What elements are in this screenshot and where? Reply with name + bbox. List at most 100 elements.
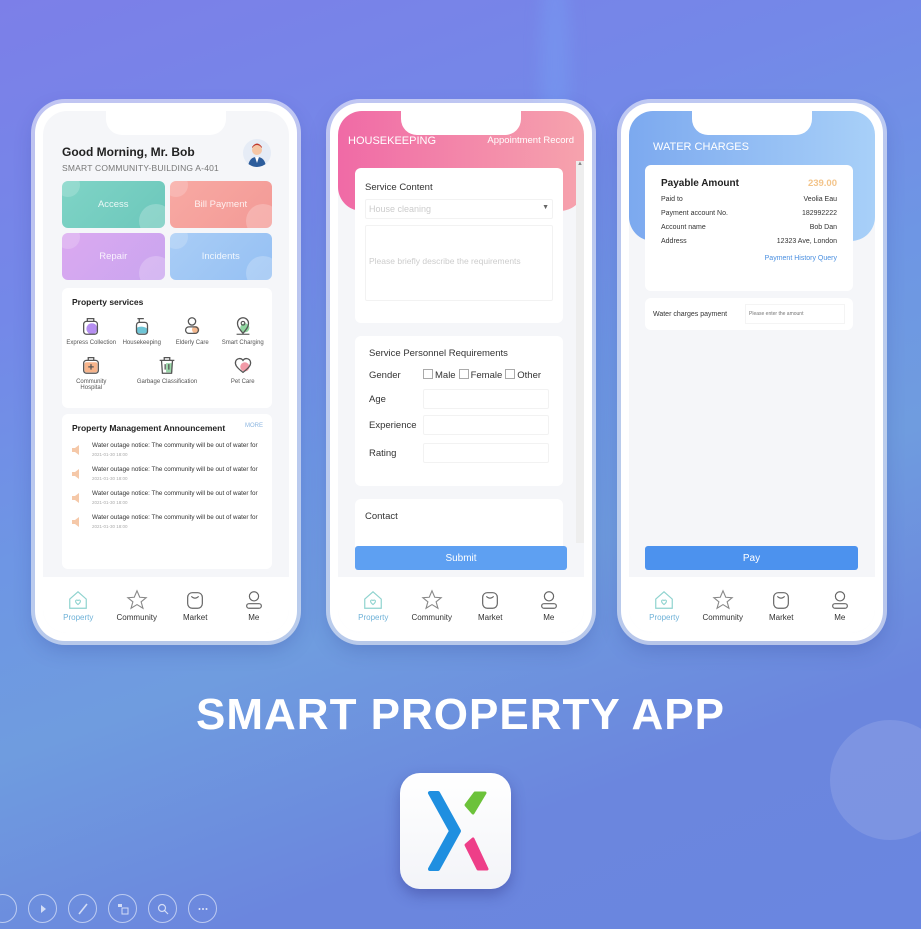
experience-input[interactable]: [423, 415, 549, 435]
phone-notch: [106, 111, 226, 135]
star-icon: [712, 588, 734, 609]
detail-row: Payment account No. 182992222: [661, 210, 837, 217]
tab-property[interactable]: Property: [639, 589, 689, 622]
tab-market[interactable]: Market: [170, 589, 220, 622]
phone-home-screen: Good Morning, Mr. Bob SMART COMMUNITY-BU…: [35, 103, 297, 641]
star-icon: [126, 588, 148, 609]
age-input[interactable]: [423, 389, 549, 409]
package-icon: [83, 318, 99, 335]
pen-icon: [77, 903, 88, 914]
medical-kit-icon: [83, 357, 100, 374]
payment-input-card: Water charges payment: [645, 298, 853, 330]
payment-history-link[interactable]: Payment History Query: [661, 255, 837, 262]
amount-input[interactable]: [745, 304, 845, 324]
payable-amount-value: 239.00: [807, 178, 837, 189]
more-link[interactable]: MORE: [245, 423, 263, 429]
submit-button[interactable]: Submit: [355, 546, 567, 570]
scrollbar[interactable]: ▲: [576, 161, 584, 543]
x-logo-icon: [428, 791, 489, 871]
service-express-collection[interactable]: Express Collection: [66, 315, 117, 346]
tab-me[interactable]: Me: [229, 589, 279, 622]
tab-community[interactable]: Community: [698, 588, 748, 622]
tile-bill-payment[interactable]: Bill Payment: [169, 181, 272, 228]
announcement-item[interactable]: Water outage notice: The community will …: [66, 466, 268, 481]
water-payment-label: Water charges payment: [653, 310, 728, 318]
user-icon: [245, 590, 262, 609]
appointment-record-link[interactable]: Appointment Record: [487, 135, 574, 146]
service-type-select[interactable]: House cleaning ▼: [365, 199, 553, 219]
tab-market[interactable]: Market: [756, 589, 806, 622]
phone-water-charges-screen: WATER CHARGES Payable Amount 239.00 Paid…: [621, 103, 883, 641]
shopping-bag-icon: [482, 591, 499, 609]
headline: SMART PROPERTY APP: [196, 690, 725, 739]
rating-input[interactable]: [423, 443, 549, 463]
home-icon: [655, 590, 674, 609]
service-community-hospital[interactable]: Community Hospital: [66, 354, 117, 391]
spray-bottle-icon: [135, 318, 148, 335]
greeting: Good Morning, Mr. Bob: [62, 145, 195, 159]
gender-other-checkbox[interactable]: Other: [505, 369, 541, 381]
tile-access[interactable]: Access: [62, 181, 165, 228]
tile-repair[interactable]: Repair: [62, 233, 165, 280]
service-garbage-classification[interactable]: Garbage Classification: [117, 354, 218, 391]
detail-row: Address 12323 Ave, London: [661, 238, 837, 245]
tab-me[interactable]: Me: [815, 589, 865, 622]
service-smart-charging[interactable]: Smart Charging: [218, 315, 269, 346]
announcements-title: Property Management Announcement: [72, 423, 226, 433]
announcement-item[interactable]: Water outage notice: The community will …: [66, 442, 268, 457]
previous-button[interactable]: [0, 894, 17, 923]
tile-incidents[interactable]: Incidents: [169, 233, 272, 280]
description-textarea[interactable]: Please briefly describe the requirements: [365, 225, 553, 301]
home-icon: [364, 590, 383, 609]
announcement-item[interactable]: Water outage notice: The community will …: [66, 490, 268, 505]
slides-button[interactable]: [108, 894, 137, 923]
gender-male-checkbox[interactable]: Male: [423, 369, 456, 381]
tab-property[interactable]: Property: [53, 589, 103, 622]
phone-notch: [692, 111, 812, 135]
trash-icon: [159, 357, 175, 374]
presentation-controls: [0, 894, 217, 923]
user-icon: [831, 590, 848, 609]
zoom-button[interactable]: [148, 894, 177, 923]
service-content-card: Service Content House cleaning ▼ Please b…: [355, 168, 563, 323]
rating-label: Rating: [369, 447, 397, 459]
tab-property[interactable]: Property: [348, 589, 398, 622]
tab-community[interactable]: Community: [407, 588, 457, 622]
avatar[interactable]: [243, 139, 271, 167]
speaker-icon: [72, 469, 79, 479]
shopping-bag-icon: [187, 591, 204, 609]
play-button[interactable]: [28, 894, 57, 923]
bottom-tab-bar: Property Community Market Me: [43, 577, 289, 633]
more-button[interactable]: [188, 894, 217, 923]
app-logo: [400, 773, 511, 889]
page-title: WATER CHARGES: [653, 141, 749, 153]
pay-button[interactable]: Pay: [645, 546, 858, 570]
phone-notch: [401, 111, 521, 135]
personnel-title: Service Personnel Requirements: [369, 348, 508, 359]
personnel-requirements-card: Service Personnel Requirements Gender Ma…: [355, 336, 563, 486]
service-elderly-care[interactable]: Elderly Care: [167, 315, 218, 346]
pen-button[interactable]: [68, 894, 97, 923]
bill-details-card: Payable Amount 239.00 Paid to Veolia Eau …: [645, 165, 853, 291]
service-housekeeping[interactable]: Housekeeping: [117, 315, 168, 346]
scroll-up-icon[interactable]: ▲: [576, 161, 584, 167]
service-pet-care[interactable]: Pet Care: [218, 354, 269, 391]
dropdown-arrow-icon: ▼: [542, 204, 549, 211]
contact-label: Contact: [365, 511, 398, 522]
service-content-label: Service Content: [365, 182, 433, 193]
announcement-item[interactable]: Water outage notice: The community will …: [66, 514, 268, 529]
tab-market[interactable]: Market: [465, 589, 515, 622]
user-icon: [540, 590, 557, 609]
bottom-tab-bar: Property Community Market Me: [338, 577, 584, 633]
detail-row: Paid to Veolia Eau: [661, 196, 837, 203]
slides-icon: [117, 903, 128, 914]
payable-amount-label: Payable Amount: [661, 178, 739, 189]
community-address: SMART COMMUNITY-BUILDING A-401: [62, 163, 219, 173]
gender-label: Gender: [369, 369, 401, 381]
gender-female-checkbox[interactable]: Female: [458, 369, 502, 381]
tab-community[interactable]: Community: [112, 588, 162, 622]
quick-action-tiles: Access Bill Payment Repair Incidents: [62, 181, 272, 280]
tab-me[interactable]: Me: [524, 589, 574, 622]
page-title: HOUSEKEEPING: [348, 135, 437, 147]
location-pin-icon: [236, 317, 250, 335]
